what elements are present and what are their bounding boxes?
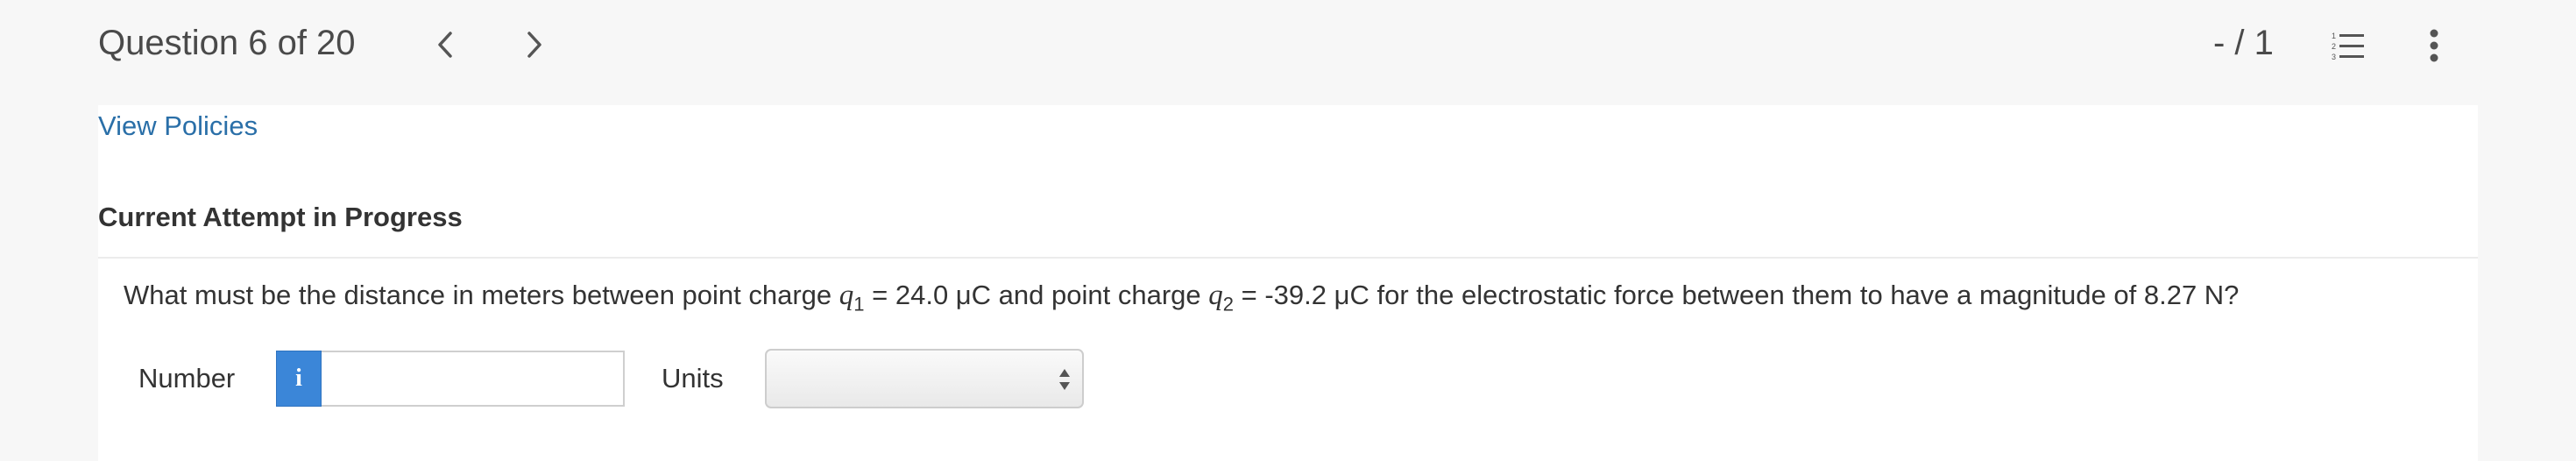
question-text-part: = 24.0 μC and point charge [864, 280, 1209, 310]
number-input[interactable] [322, 351, 625, 407]
question-list-button[interactable]: 1 2 3 [2327, 25, 2369, 67]
view-policies-link[interactable]: View Policies [98, 109, 258, 144]
numbered-list-icon: 1 2 3 [2332, 32, 2364, 61]
units-label: Units [662, 363, 724, 394]
previous-question-button[interactable] [423, 23, 467, 67]
vertical-ellipsis-icon [2430, 29, 2438, 62]
question-score: - / 1 [2213, 24, 2274, 62]
svg-text:2: 2 [2332, 42, 2336, 51]
svg-text:3: 3 [2332, 53, 2336, 61]
attempt-heading: Current Attempt in Progress [98, 202, 463, 232]
divider [98, 257, 2478, 259]
select-arrows-icon [1059, 369, 1070, 390]
next-question-button[interactable] [513, 23, 556, 67]
variable-letter: q [839, 280, 854, 311]
variable-subscript: 2 [1222, 293, 1234, 316]
charge-q1-variable: q1 [839, 280, 865, 316]
variable-letter: q [1208, 280, 1223, 311]
more-options-button[interactable] [2417, 25, 2452, 67]
units-select[interactable] [765, 349, 1084, 408]
info-icon: i [295, 365, 302, 392]
question-text: What must be the distance in meters betw… [124, 277, 2239, 323]
charge-q2-variable: q2 [1208, 280, 1234, 316]
chevron-right-icon [527, 32, 541, 58]
question-counter: Question 6 of 20 [98, 24, 356, 62]
question-text-part: = -39.2 μC for the electrostatic force b… [1234, 280, 2240, 310]
chevron-left-icon [438, 32, 452, 58]
svg-text:1: 1 [2332, 32, 2336, 40]
number-label: Number [138, 363, 236, 394]
question-header: Question 6 of 20 - / 1 1 2 3 [0, 0, 2576, 105]
question-text-part: What must be the distance in meters betw… [124, 280, 839, 310]
info-button[interactable]: i [276, 351, 322, 407]
variable-subscript: 1 [853, 293, 865, 316]
